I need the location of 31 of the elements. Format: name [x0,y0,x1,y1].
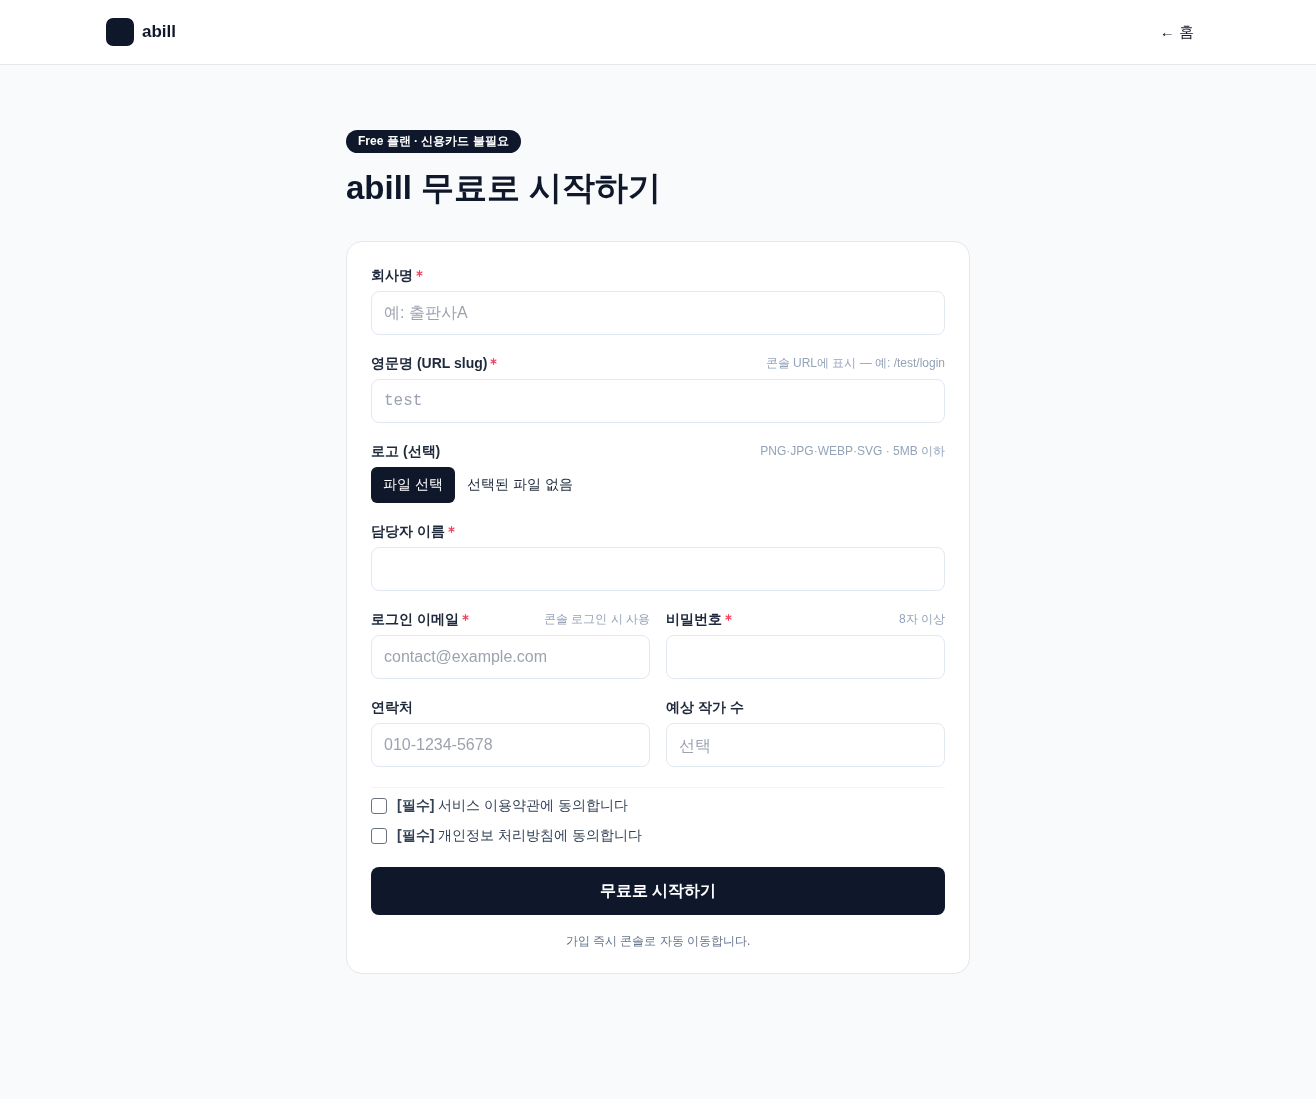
file-select-button[interactable]: 파일 선택 [371,467,455,503]
field-label: 연락처 [371,698,413,717]
checkbox[interactable] [371,798,387,814]
field-label: 비밀번호 [666,610,722,629]
submit-button[interactable]: 무료로 시작하기 [371,867,945,915]
field-label: 예상 작가 수 [666,698,744,717]
logo-icon [106,18,134,46]
input-field[interactable] [371,547,945,591]
input-field[interactable]: test [371,379,945,423]
field-hint: 콘솔 URL에 표시 — 예: /test/login [765,354,945,372]
field-hint: PNG·JPG·WEBP·SVG · 5MB 이하 [760,442,945,460]
input-field[interactable]: 예: 출판사A [371,291,945,335]
checkbox[interactable] [371,828,387,844]
agreement-label: [필수] 개인정보 처리방침에 동의합니다 [397,827,642,845]
file-status: 선택된 파일 없음 [466,476,573,494]
plan-badge: Free 플랜 · 신용카드 불필요 [346,130,521,153]
input-field[interactable]: 010-1234-5678 [371,723,650,767]
agreement-label: [필수] 서비스 이용약관에 동의합니다 [397,797,628,815]
field-label: 영문명 (URL slug) [371,354,488,373]
field-label: 로고 (선택) [371,442,441,461]
home-link[interactable]: ← 홈 [1159,22,1194,42]
field-label: 로그인 이메일 [371,610,459,629]
signup-note: 가입 즉시 콘솔로 자동 이동합니다. [564,933,752,949]
field-label: 회사명 [371,266,413,285]
field-hint: 8자 이상 [899,610,945,628]
brand-link[interactable]: abill [106,18,176,46]
page-title: abill 무료로 시작하기 [346,168,663,208]
field-hint: 콘솔 로그인 시 사용 [544,610,650,628]
field-label: 담당자 이름 [371,522,445,541]
password-field[interactable] [666,635,945,679]
input-field[interactable]: contact@example.com [371,635,650,679]
